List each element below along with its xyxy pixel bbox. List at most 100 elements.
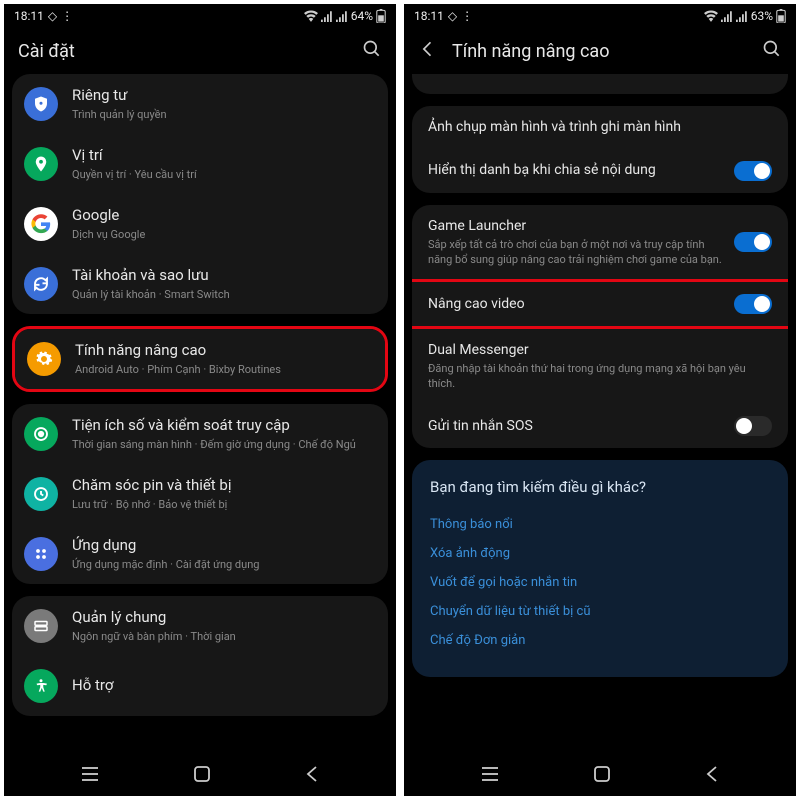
row-title: Tính năng nâng cao <box>75 341 371 361</box>
row-title: Hỗ trợ <box>72 676 374 696</box>
row-digital-wellbeing[interactable]: Tiện ích số và kiểm soát truy cập Thời g… <box>12 404 388 464</box>
signal-icon <box>721 10 733 22</box>
row-sub: Dịch vụ Google <box>72 228 374 242</box>
header: Cài đặt <box>4 28 396 74</box>
row-screenshots[interactable]: Ảnh chụp màn hình và trình ghi màn hình <box>412 106 788 149</box>
toggle-show-contacts[interactable] <box>734 161 772 181</box>
row-title: Ảnh chụp màn hình và trình ghi màn hình <box>428 118 772 137</box>
back-button[interactable] <box>704 765 720 787</box>
highlight-video-enhance: Nâng cao video <box>412 279 788 329</box>
row-title: Quản lý chung <box>72 608 374 628</box>
battery-care-icon <box>24 477 58 511</box>
row-title: Chăm sóc pin và thiết bị <box>72 476 374 496</box>
row-title: Gửi tin nhắn SOS <box>428 417 722 436</box>
recents-button[interactable] <box>80 766 100 786</box>
row-sub: Ứng dụng mặc định · Cài đặt ứng dụng <box>72 558 374 572</box>
search-icon[interactable] <box>362 39 382 63</box>
row-sub: Đăng nhập tài khoản thứ hai trong ứng dụ… <box>428 362 772 392</box>
row-sub: Trình quản lý quyền <box>72 108 374 122</box>
row-game-launcher[interactable]: Game Launcher Sắp xếp tất cả trò chơi củ… <box>412 205 788 280</box>
suggestion-link[interactable]: Vuốt để gọi hoặc nhắn tin <box>430 568 770 597</box>
home-button[interactable] <box>593 765 611 787</box>
suggestion-link[interactable]: Xóa ảnh động <box>430 539 770 568</box>
apps-icon <box>24 537 58 571</box>
toggle-sos[interactable] <box>734 416 772 436</box>
row-dual-messenger[interactable]: Dual Messenger Đăng nhập tài khoản thứ h… <box>412 329 788 404</box>
status-icon-nfc: ◇ <box>48 9 57 23</box>
row-title: Google <box>72 206 374 226</box>
row-general-management[interactable]: Quản lý chung Ngôn ngữ và bàn phím · Thờ… <box>12 596 388 656</box>
signal-icon-2 <box>736 10 748 22</box>
row-title: Nâng cao video <box>428 295 722 314</box>
status-bar: 18:11 ◇ ⋮ 64% <box>4 4 396 28</box>
row-video-enhance[interactable]: Nâng cao video <box>412 282 788 326</box>
row-google[interactable]: Google Dịch vụ Google <box>12 194 388 254</box>
search-icon[interactable] <box>762 39 782 63</box>
recents-button[interactable] <box>480 766 500 786</box>
row-location[interactable]: Vị trí Quyền vị trí · Yêu cầu vị trí <box>12 134 388 194</box>
partial-card <box>412 74 788 94</box>
row-sub: Quyền vị trí · Yêu cầu vị trí <box>72 168 374 182</box>
row-show-contacts-share[interactable]: Hiển thị danh bạ khi chia sẻ nội dung <box>412 149 788 193</box>
suggestions-header: Bạn đang tìm kiếm điều gì khác? <box>430 478 770 496</box>
pin-icon <box>24 147 58 181</box>
back-icon[interactable] <box>418 39 438 63</box>
row-sub: Thời gian sáng màn hình · Đếm giờ ứng dụ… <box>72 438 374 452</box>
signal-icon-2 <box>336 10 348 22</box>
status-battery: 64% <box>351 9 373 23</box>
row-title: Dual Messenger <box>428 341 772 360</box>
status-battery: 63% <box>751 9 773 23</box>
suggestion-link[interactable]: Thông báo nổi <box>430 510 770 539</box>
section-screenshot: Ảnh chụp màn hình và trình ghi màn hình … <box>412 106 788 193</box>
sync-icon <box>24 267 58 301</box>
row-title: Tiện ích số và kiểm soát truy cập <box>72 416 374 436</box>
phone-right-advanced-features: 18:11 ◇ ⋮ 63% Tính năng nâng cao Ảnh chụ… <box>404 4 796 796</box>
settings-group: Tiện ích số và kiểm soát truy cập Thời g… <box>12 404 388 584</box>
toggle-game-launcher[interactable] <box>734 232 772 252</box>
settings-list[interactable]: Riêng tư Trình quản lý quyền Vị trí Quyề… <box>4 74 396 756</box>
suggestion-link[interactable]: Chế độ Đơn giản <box>430 626 770 655</box>
advanced-features-list[interactable]: Ảnh chụp màn hình và trình ghi màn hình … <box>404 74 796 756</box>
google-icon <box>24 207 58 241</box>
status-bar: 18:11 ◇ ⋮ 63% <box>404 4 796 28</box>
settings-group: Quản lý chung Ngôn ngữ và bàn phím · Thờ… <box>12 596 388 716</box>
battery-icon <box>376 9 386 23</box>
signal-icon <box>321 10 333 22</box>
wifi-icon <box>304 10 318 22</box>
row-title: Riêng tư <box>72 86 374 106</box>
nav-bar <box>404 756 796 796</box>
suggestion-link[interactable]: Chuyển dữ liệu từ thiết bị cũ <box>430 597 770 626</box>
phone-left-settings: 18:11 ◇ ⋮ 64% Cài đặt Riêng tư Tr <box>4 4 396 796</box>
status-icon-bt: ⋮ <box>61 9 73 23</box>
row-apps[interactable]: Ứng dụng Ứng dụng mặc định · Cài đặt ứng… <box>12 524 388 584</box>
row-battery-care[interactable]: Chăm sóc pin và thiết bị Lưu trữ · Bộ nh… <box>12 464 388 524</box>
settings-group: Riêng tư Trình quản lý quyền Vị trí Quyề… <box>12 74 388 314</box>
back-button[interactable] <box>304 765 320 787</box>
row-title: Hiển thị danh bạ khi chia sẻ nội dung <box>428 161 722 180</box>
battery-icon <box>776 9 786 23</box>
status-icon-bt: ⋮ <box>461 9 473 23</box>
status-time: 18:11 <box>14 9 44 23</box>
row-accessibility[interactable]: Hỗ trợ <box>12 656 388 716</box>
row-title: Ứng dụng <box>72 536 374 556</box>
row-sos[interactable]: Gửi tin nhắn SOS <box>412 404 788 448</box>
row-privacy[interactable]: Riêng tư Trình quản lý quyền <box>12 74 388 134</box>
status-time: 18:11 <box>414 9 444 23</box>
row-advanced-features[interactable]: Tính năng nâng cao Android Auto · Phím C… <box>15 329 385 389</box>
row-sub: Quản lý tài khoản · Smart Switch <box>72 288 374 302</box>
status-icon-nfc: ◇ <box>448 9 457 23</box>
row-title: Vị trí <box>72 146 374 166</box>
shield-icon <box>24 87 58 121</box>
row-sub: Ngôn ngữ và bàn phím · Thời gian <box>72 630 374 644</box>
row-title: Game Launcher <box>428 217 722 236</box>
accessibility-icon <box>24 669 58 703</box>
row-accounts-backup[interactable]: Tài khoản và sao lưu Quản lý tài khoản ·… <box>12 254 388 314</box>
toggle-video-enhance[interactable] <box>734 294 772 314</box>
page-title: Tính năng nâng cao <box>452 41 748 62</box>
row-sub: Lưu trữ · Bộ nhớ · Bảo vệ thiết bị <box>72 498 374 512</box>
home-button[interactable] <box>193 765 211 787</box>
row-sub: Android Auto · Phím Cạnh · Bixby Routine… <box>75 363 371 377</box>
section-game-video: Game Launcher Sắp xếp tất cả trò chơi củ… <box>412 205 788 448</box>
row-sub: Sắp xếp tất cả trò chơi của bạn ở một nơ… <box>428 238 722 268</box>
gear-icon <box>27 342 61 376</box>
